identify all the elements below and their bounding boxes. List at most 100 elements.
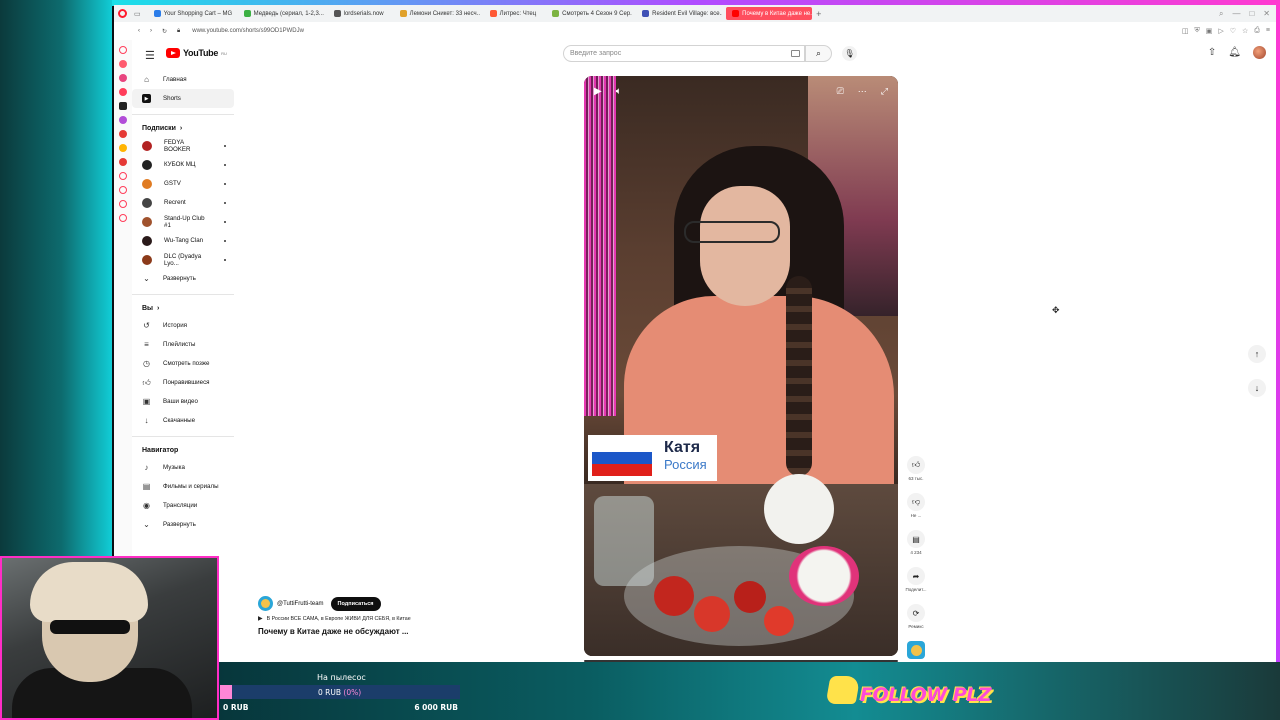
volume-icon[interactable]: 🔈︎ (616, 86, 622, 97)
subscription-item[interactable]: DLC (Dyadya Lyo... (132, 250, 234, 269)
play-icon[interactable]: ▶ (594, 86, 602, 97)
remix-action[interactable]: ⟳ Ремикс (907, 604, 925, 641)
music-row[interactable]: ▶ В России ВСЕ САМА, в Европе ЖИВИ ДЛЯ С… (258, 615, 578, 623)
bookmark-icon[interactable]: ☆ (1242, 27, 1248, 35)
sidebar-item[interactable]: ▤ Фильмы и сериалы (132, 477, 234, 496)
forward-icon[interactable]: › (150, 28, 152, 34)
short-info: @TuttiFrutti-team Подписаться ▶ В России… (258, 596, 578, 636)
menu-icon[interactable]: ☰ (145, 49, 155, 62)
browser-tab[interactable]: Медведь (сериал, 1-2,3... (238, 7, 324, 20)
adblock-icon[interactable]: ⛨ (1194, 27, 1199, 35)
search-input[interactable]: Введите запрос (563, 45, 805, 62)
thumb-up-icon[interactable]: 👍︎ (907, 456, 925, 474)
subscribe-button[interactable]: Подписаться (330, 596, 381, 611)
sidebar-item[interactable]: ≡ Плейлисты (132, 335, 234, 354)
short-title[interactable]: Почему в Китае даже не обсуждают ... (258, 627, 578, 636)
thumb-down-icon[interactable]: 👎︎ (907, 493, 925, 511)
sidebar-item[interactable]: ↺ История (132, 316, 234, 335)
you-header[interactable]: Вы › (132, 297, 234, 316)
sidebar-app-icon[interactable] (119, 130, 127, 138)
like-action[interactable]: 👍︎ 63 тыс. (907, 456, 925, 493)
more-icon[interactable]: ⋯ (858, 86, 867, 97)
name-tag: Катя Россия (588, 433, 717, 483)
subscription-item[interactable]: Recrent (132, 193, 234, 212)
subscription-item[interactable]: Wu-Tang Clan (132, 231, 234, 250)
sidebar-item[interactable]: ♪ Музыка (132, 458, 234, 477)
avatar[interactable] (1253, 46, 1266, 59)
sidebar-twitch-icon[interactable] (119, 102, 127, 110)
maximize-icon[interactable]: □ (1249, 9, 1254, 19)
sidebar-messenger-icon[interactable] (119, 116, 127, 124)
notifications-icon[interactable]: 🔔︎ (1228, 47, 1241, 58)
sidebar-clock-icon[interactable] (119, 186, 127, 194)
snapshot-icon[interactable]: ⎙ (1254, 27, 1260, 35)
sidebar-item[interactable]: ◉ Трансляции (132, 496, 234, 515)
sound-channel-thumb[interactable] (907, 641, 925, 659)
close-icon[interactable]: ✕ (1263, 9, 1270, 19)
search-button[interactable]: ⌕ (805, 45, 832, 62)
back-icon[interactable]: ‹ (138, 28, 140, 34)
sidebar-item[interactable]: ▶ Shorts (132, 89, 234, 108)
sidebar-vk-icon[interactable] (119, 88, 127, 96)
voice-search-button[interactable]: 🎙︎ (842, 46, 857, 61)
previous-short-arrow-icon[interactable]: ↑ (1248, 345, 1266, 363)
new-tab-button[interactable]: + (816, 9, 821, 19)
sidebar-bulb-icon[interactable] (119, 200, 127, 208)
youtube-logo[interactable]: YouTube RU (166, 48, 227, 58)
navigator-header: Навигатор (132, 439, 234, 458)
share-icon[interactable]: ➦ (906, 567, 925, 585)
sidebar-settings-icon[interactable] (119, 214, 127, 222)
reload-icon[interactable]: ↻ (162, 28, 167, 35)
video-progress-bar[interactable] (584, 660, 898, 662)
upload-icon[interactable]: ⇧ (1208, 47, 1216, 58)
next-short-arrow-icon[interactable]: ↓ (1248, 379, 1266, 397)
search-tabs-icon[interactable]: ⌕ (1219, 9, 1223, 19)
channel-avatar[interactable] (258, 596, 273, 611)
browser-tab[interactable]: lordserials.now (328, 7, 390, 20)
sidebar-item[interactable]: ⌄ Развернуть (132, 515, 234, 534)
keyboard-icon[interactable] (791, 50, 800, 57)
minimize-icon[interactable]: — (1232, 9, 1240, 19)
sidebar-instagram-icon[interactable] (119, 74, 127, 82)
browser-tab[interactable]: Смотреть 4 Сезон 9 Сер... (546, 7, 632, 20)
comment-icon[interactable]: ▤ (907, 530, 925, 548)
fullscreen-icon[interactable]: ⤢ (881, 86, 888, 97)
sidebar-item[interactable]: ▣ Ваши видео (132, 392, 234, 411)
url-field[interactable]: www.youtube.com/shorts/s99OD1PWDJw (192, 28, 304, 34)
channel-avatar (142, 216, 152, 227)
subscription-item[interactable]: Stand-Up Club #1 (132, 212, 234, 231)
short-video-player[interactable]: ▶ 🔈︎ ⎚ ⋯ ⤢ Катя Россия (584, 76, 898, 656)
sidebar-item[interactable]: ↓ Скачанные (132, 411, 234, 430)
subscription-item[interactable]: FEDYA BOOKER (132, 136, 234, 155)
channel-name[interactable]: @TuttiFrutti-team (277, 601, 324, 607)
browser-tab[interactable]: Resident Evil Village: все... (636, 7, 722, 20)
subscription-item[interactable]: GSTV (132, 174, 234, 193)
sidebar-toggle-icon[interactable]: ▭ (134, 10, 141, 18)
sidebar-item[interactable]: ⌂ Главная (132, 70, 234, 89)
comments-action[interactable]: ▤ 4 234 (907, 530, 925, 567)
share-action[interactable]: ➦ Поделит... (905, 567, 927, 604)
sidebar-home-icon[interactable] (119, 46, 127, 54)
sidebar-item[interactable]: ◷ Смотреть позже (132, 354, 234, 373)
opera-logo-icon[interactable] (118, 9, 127, 18)
player-icon[interactable]: ▷ (1218, 27, 1223, 35)
sidebar-aria-icon[interactable] (119, 60, 127, 68)
camera-icon[interactable]: ◫ (1182, 27, 1189, 35)
subscriptions-header[interactable]: Подписки › (132, 117, 234, 136)
sidebar-item[interactable]: 👍︎ Понравившиеся (132, 373, 234, 392)
browser-tab[interactable]: Почему в Китае даже не... (726, 7, 813, 20)
dislike-action[interactable]: 👎︎ Не ... (907, 493, 925, 530)
browser-tab[interactable]: Your Shopping Cart – MG (148, 7, 234, 20)
remix-icon[interactable]: ⟳ (907, 604, 925, 622)
sidebar-music-icon[interactable] (119, 144, 127, 152)
captions-icon[interactable]: ⎚ (837, 86, 844, 97)
sidebar-whatsapp-icon[interactable] (119, 158, 127, 166)
heart-icon[interactable]: ♡ (1230, 27, 1236, 35)
easy-setup-icon[interactable]: ≡ (1266, 27, 1270, 35)
vpn-icon[interactable]: ▣ (1206, 27, 1213, 35)
subscription-item[interactable]: КУБОК МЦ (132, 155, 234, 174)
sidebar-history-icon[interactable] (119, 172, 127, 180)
browser-tab[interactable]: Литрес: Чтец (484, 7, 543, 20)
subscriptions-expand[interactable]: ⌄ Развернуть (132, 269, 234, 288)
browser-tab[interactable]: Лемони Сникет: 33 несч... (394, 7, 480, 20)
